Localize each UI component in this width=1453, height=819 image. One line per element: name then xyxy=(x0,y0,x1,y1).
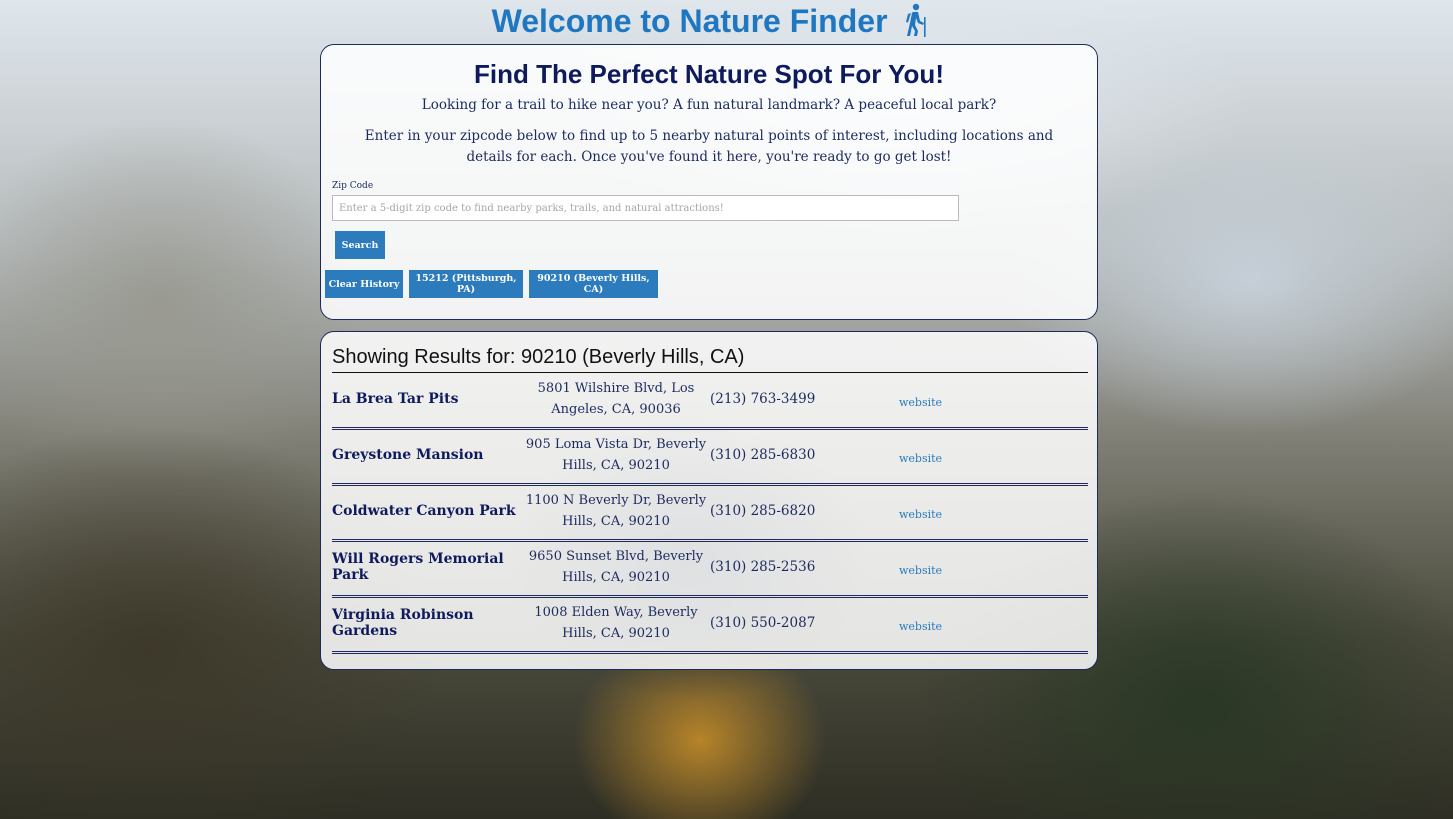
search-history: Clear History 15212 (Pittsburgh, PA)90210… xyxy=(325,270,664,298)
result-phone: (213) 763-3499 xyxy=(710,391,816,407)
clear-history-button[interactable]: Clear History xyxy=(325,270,403,298)
result-address: 905 Loma Vista Dr, Beverly Hills, CA, 90… xyxy=(525,437,707,473)
result-website-link[interactable]: website xyxy=(899,542,942,598)
intro-text: Looking for a trail to hike near you? A … xyxy=(421,97,997,113)
app-title-text: Welcome to Nature Finder xyxy=(491,3,888,39)
results-panel: Showing Results for: 90210 (Beverly Hill… xyxy=(320,331,1098,670)
history-button-90210[interactable]: 90210 (Beverly Hills, CA) xyxy=(529,270,658,298)
zip-code-input[interactable] xyxy=(332,195,959,221)
result-row: Virginia Robinson Gardens 1008 Elden Way… xyxy=(332,598,1088,654)
result-name: Virginia Robinson Gardens xyxy=(332,607,474,639)
result-website-link[interactable]: website xyxy=(899,430,942,486)
result-website-link[interactable]: website xyxy=(899,598,942,654)
app-title: Welcome to Nature Finder xyxy=(0,2,1420,45)
result-phone: (310) 285-6820 xyxy=(710,503,816,519)
search-panel: Find The Perfect Nature Spot For You! Lo… xyxy=(320,44,1098,320)
search-button[interactable]: Search xyxy=(335,231,385,259)
results-heading: Showing Results for: 90210 (Beverly Hill… xyxy=(332,346,745,368)
result-phone: (310) 550-2087 xyxy=(710,615,816,631)
result-name: Coldwater Canyon Park xyxy=(332,503,516,519)
search-heading: Find The Perfect Nature Spot For You! xyxy=(474,59,944,89)
result-name: Greystone Mansion xyxy=(332,447,484,463)
result-website-link[interactable]: website xyxy=(899,486,942,542)
hiking-icon xyxy=(902,3,928,45)
result-row: Will Rogers Memorial Park 9650 Sunset Bl… xyxy=(332,542,1088,598)
history-button-15212[interactable]: 15212 (Pittsburgh, PA) xyxy=(409,270,523,298)
instructions-text: Enter in your zipcode below to find up t… xyxy=(364,128,1054,165)
result-phone: (310) 285-6830 xyxy=(710,447,816,463)
result-address: 5801 Wilshire Blvd, Los Angeles, CA, 900… xyxy=(537,381,695,417)
result-name: La Brea Tar Pits xyxy=(332,391,459,407)
result-address: 1100 N Beverly Dr, Beverly Hills, CA, 90… xyxy=(525,493,707,529)
result-phone: (310) 285-2536 xyxy=(710,559,816,575)
zip-code-label: Zip Code xyxy=(332,181,374,191)
result-address: 1008 Elden Way, Beverly Hills, CA, 90210 xyxy=(534,605,698,641)
result-website-link[interactable]: website xyxy=(899,374,942,430)
results-divider xyxy=(332,372,1088,373)
result-name: Will Rogers Memorial Park xyxy=(332,551,504,583)
result-row: La Brea Tar Pits 5801 Wilshire Blvd, Los… xyxy=(332,374,1088,430)
result-row: Coldwater Canyon Park 1100 N Beverly Dr,… xyxy=(332,486,1088,542)
result-row: Greystone Mansion 905 Loma Vista Dr, Bev… xyxy=(332,430,1088,486)
result-address: 9650 Sunset Blvd, Beverly Hills, CA, 902… xyxy=(528,549,704,585)
results-list: La Brea Tar Pits 5801 Wilshire Blvd, Los… xyxy=(332,374,1088,654)
